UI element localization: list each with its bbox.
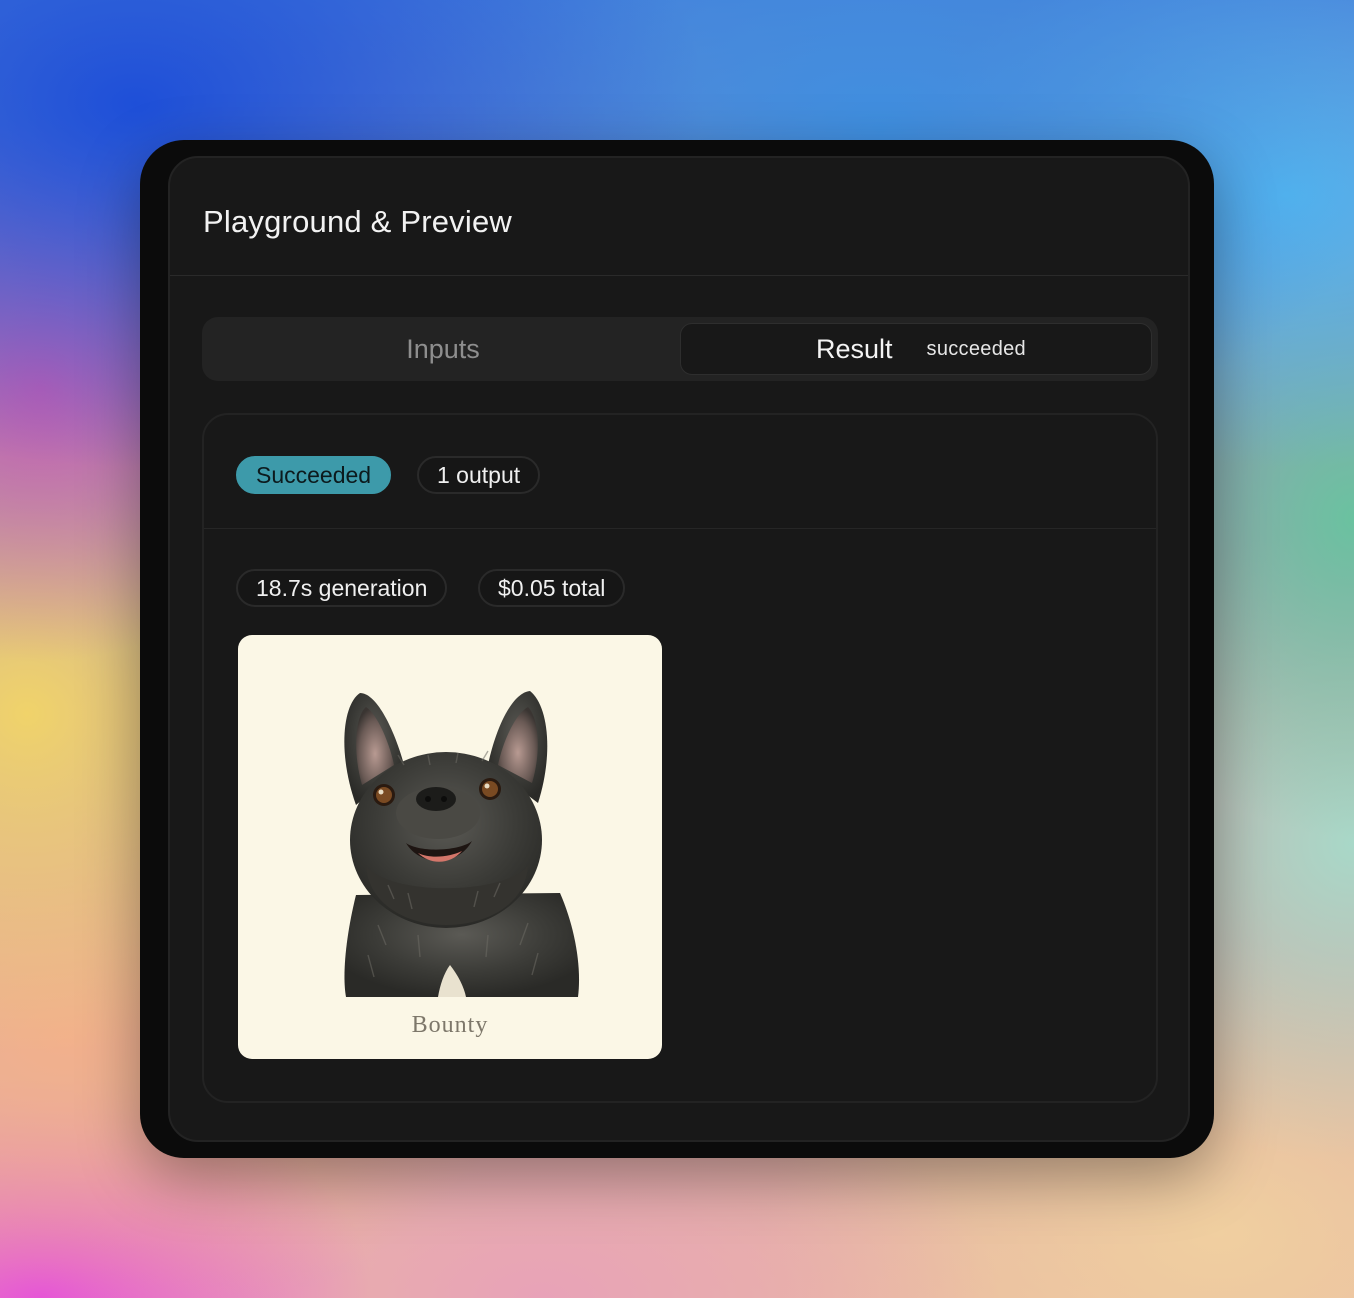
- tab-inputs[interactable]: Inputs: [208, 323, 678, 375]
- playground-panel: Playground & Preview Inputs Result succe…: [168, 156, 1190, 1142]
- tab-result[interactable]: Result succeeded: [680, 323, 1152, 375]
- tab-inputs-label: Inputs: [406, 333, 480, 364]
- tab-bar: Inputs Result succeeded: [202, 317, 1158, 381]
- tab-result-label: Result: [816, 333, 893, 364]
- outputs-count-badge: 1 output: [417, 456, 541, 494]
- output-image[interactable]: Bounty: [238, 635, 662, 1059]
- panel-title: Playground & Preview: [203, 203, 512, 239]
- tab-result-status: succeeded: [926, 337, 1026, 360]
- result-summary-row: Succeeded 1 output: [204, 415, 1156, 529]
- device-frame: Playground & Preview Inputs Result succe…: [140, 140, 1214, 1158]
- result-card: Succeeded 1 output 18.7s generation $0.0…: [202, 413, 1158, 1103]
- total-cost-badge: $0.05 total: [478, 569, 626, 607]
- status-badge: Succeeded: [236, 456, 392, 494]
- output-caption: Bounty: [411, 1012, 489, 1038]
- generation-time-badge: 18.7s generation: [236, 569, 448, 607]
- french-bulldog-illustration-icon: [344, 691, 580, 997]
- panel-header: Playground & Preview: [170, 158, 1188, 276]
